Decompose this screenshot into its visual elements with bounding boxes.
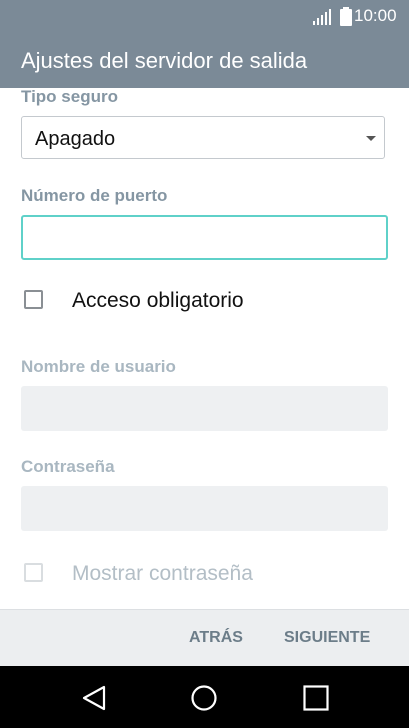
square-recents-icon[interactable] [302,684,330,712]
status-bar: 10:00 [0,0,409,33]
security-type-value: Apagado [35,128,116,150]
dropdown-arrow-icon [366,136,376,141]
port-input[interactable] [23,217,386,258]
show-password-checkbox [24,563,43,582]
port-label: Número de puerto [21,186,168,205]
password-label: Contraseña [21,457,115,476]
security-type-dropdown[interactable]: Apagado [21,116,385,159]
show-password-row: Mostrar contraseña [24,560,384,588]
circle-home-icon[interactable] [190,684,218,712]
page-title: Ajustes del servidor de salida [21,48,308,73]
show-password-label: Mostrar contraseña [72,562,253,585]
app-bar: Ajustes del servidor de salida [0,33,409,88]
security-type-label: Tipo seguro [21,88,118,106]
required-access-row[interactable]: Acceso obligatorio [24,287,384,315]
required-access-label: Acceso obligatorio [72,289,244,312]
port-field[interactable] [21,215,388,260]
battery-icon [340,7,352,26]
signal-icon [313,9,331,25]
password-field [21,486,388,531]
triangle-back-icon[interactable] [80,684,108,712]
username-field [21,386,388,431]
action-bar: ATRÁS SIGUIENTE [0,609,409,666]
username-label: Nombre de usuario [21,357,176,376]
back-button[interactable]: ATRÁS [189,629,243,647]
required-access-checkbox[interactable] [24,290,43,309]
next-button[interactable]: SIGUIENTE [284,629,370,647]
system-navigation-bar [0,666,409,728]
status-time: 10:00 [354,6,397,25]
form-content[interactable]: Tipo seguro Apagado Número de puerto Acc… [0,88,409,609]
